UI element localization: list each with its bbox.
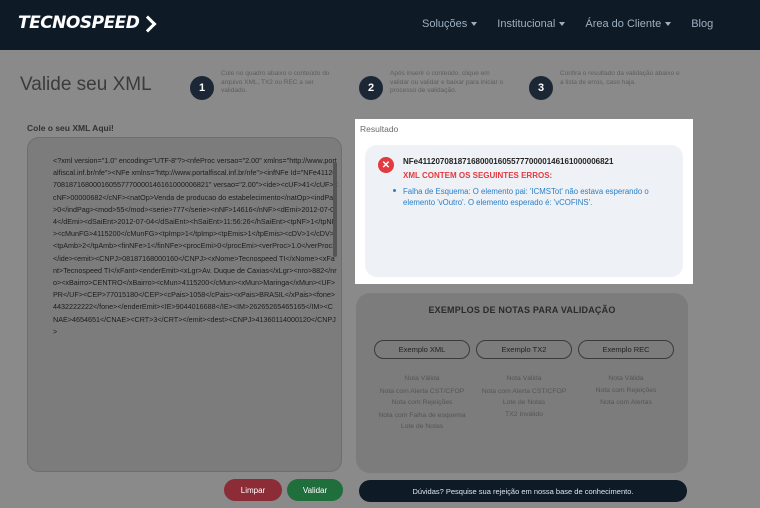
result-card: ✕ NFe41120708187168000160557770000146161… xyxy=(365,145,683,277)
xml-content: <?xml version="1.0" encoding="UTF-8"?><n… xyxy=(53,156,338,336)
page-title: Valide seu XML xyxy=(20,74,152,95)
examples-panel: EXEMPLOS DE NOTAS PARA VALIDAÇÃO Exemplo… xyxy=(356,293,688,473)
menu-item-institucional[interactable]: Institucional xyxy=(497,18,566,30)
step-1: 1 Cole no quadro abaixo o conteúdo do ar… xyxy=(190,70,341,100)
menu-item-label: Soluções xyxy=(422,18,468,30)
main-menu: Soluções Institucional Área do Cliente B… xyxy=(422,18,713,30)
clear-button[interactable]: Limpar xyxy=(224,479,282,501)
nfe-access-key: NFe4112070818716800016055777000014616100… xyxy=(403,157,614,166)
examples-rec-column: Exemplo REC Nota Válida Nota com Rejeiçõ… xyxy=(576,340,676,409)
step-number: 3 xyxy=(529,76,553,100)
menu-item-blog[interactable]: Blog xyxy=(691,18,713,30)
step-text: Após inserir o conteúdo, clique em valid… xyxy=(390,70,504,94)
xml-scrollbar[interactable] xyxy=(333,162,337,257)
step-2: 2 Após inserir o conteúdo, clique em val… xyxy=(359,70,510,100)
caret-down-icon xyxy=(559,22,566,26)
examples-tx2-list: Nota Válida Nota com Alerta CST/CFOP Lot… xyxy=(474,373,574,421)
menu-item-solucoes[interactable]: Soluções xyxy=(422,18,478,30)
examples-tx2-column: Exemplo TX2 Nota Válida Nota com Alerta … xyxy=(474,340,574,421)
validate-button[interactable]: Validar xyxy=(287,479,343,501)
step-number: 2 xyxy=(359,76,383,100)
result-panel: Resultado ✕ NFe4112070818716800016055777… xyxy=(355,119,693,284)
example-link[interactable]: Nota com Rejeições xyxy=(372,397,472,409)
step-3: 3 Confira o resultado da validação abaix… xyxy=(529,70,680,100)
xml-input-label: Cole o seu XML Aqui! xyxy=(27,123,114,133)
top-navbar: TECNOSPEED Soluções Institucional Área d… xyxy=(0,0,760,50)
error-heading: XML CONTEM OS SEGUINTES ERROS: xyxy=(403,171,553,180)
examples-xml-list: Nota Válida Nota com Alerta CST/CFOP Not… xyxy=(372,373,472,433)
example-link[interactable]: Nota com Alertas xyxy=(576,397,676,409)
step-text: Confira o resultado da validação abaixo … xyxy=(560,70,680,86)
caret-down-icon xyxy=(665,22,672,26)
menu-item-label: Institucional xyxy=(497,18,556,30)
example-link[interactable]: Nota com Rejeições xyxy=(576,385,676,397)
chevron-right-icon xyxy=(142,16,156,30)
tecnospeed-logo[interactable]: TECNOSPEED xyxy=(18,13,156,33)
menu-item-label: Blog xyxy=(691,18,714,30)
example-xml-button[interactable]: Exemplo XML xyxy=(374,340,470,359)
example-link[interactable]: Lote de Notas xyxy=(372,421,472,433)
error-icon: ✕ xyxy=(378,157,394,173)
example-link[interactable]: Lote de Notas xyxy=(474,397,574,409)
examples-xml-column: Exemplo XML Nota Válida Nota com Alerta … xyxy=(372,340,472,433)
example-link[interactable]: Nota Válida xyxy=(474,373,574,385)
error-message: Falha de Esquema: O elemento pai: 'ICMST… xyxy=(403,187,649,208)
bullet-icon xyxy=(393,189,396,192)
step-text: Cole no quadro abaixo o conteúdo do arqu… xyxy=(221,70,330,94)
step-number: 1 xyxy=(190,76,214,100)
example-tx2-button[interactable]: Exemplo TX2 xyxy=(476,340,572,359)
logo-text: TECNOSPEED xyxy=(18,13,140,33)
menu-item-area-do-cliente[interactable]: Área do Cliente xyxy=(585,18,672,30)
caret-down-icon xyxy=(471,22,478,26)
example-link[interactable]: Nota Válida xyxy=(576,373,676,385)
xml-textarea[interactable]: <?xml version="1.0" encoding="UTF-8"?><n… xyxy=(27,137,342,472)
example-link[interactable]: TX2 Inválido xyxy=(474,409,574,421)
examples-title: EXEMPLOS DE NOTAS PARA VALIDAÇÃO xyxy=(428,305,616,315)
example-rec-button[interactable]: Exemplo REC xyxy=(578,340,674,359)
result-label: Resultado xyxy=(360,124,399,134)
knowledge-base-button[interactable]: Dúvidas? Pesquise sua rejeição em nossa … xyxy=(359,480,687,502)
example-link[interactable]: Nota Válida xyxy=(372,373,472,385)
examples-rec-list: Nota Válida Nota com Rejeições Nota com … xyxy=(576,373,676,409)
menu-item-label: Área do Cliente xyxy=(585,18,662,30)
example-link[interactable]: Nota com Alerta CST/CFOP xyxy=(474,387,574,396)
example-link[interactable]: Nota com Falha de esquema xyxy=(372,411,472,420)
example-link[interactable]: Nota com Alerta CST/CFOP xyxy=(372,387,472,396)
